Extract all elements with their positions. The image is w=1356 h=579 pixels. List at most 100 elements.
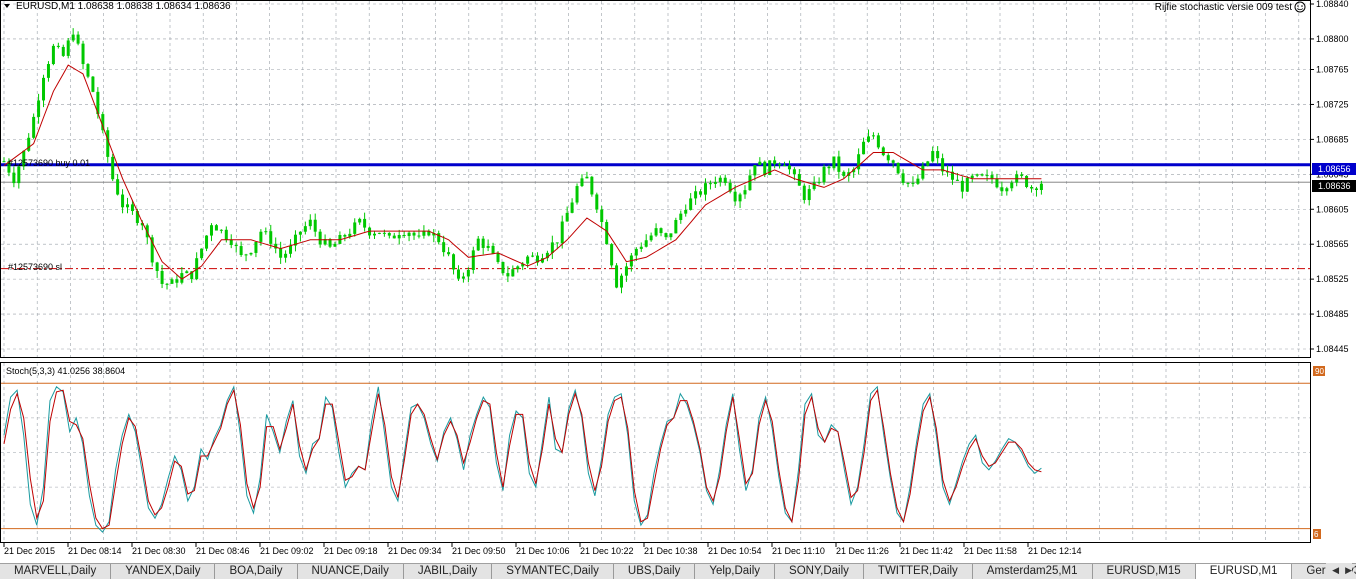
tab-marvell-daily[interactable]: MARVELL,Daily [0,564,112,579]
candle-body [185,271,189,274]
candle-body [733,191,737,202]
time-label: 21 Dec 11:10 [772,546,825,556]
candle-body [200,248,204,259]
candle-body [575,186,579,203]
candle-body [516,266,520,270]
candle-body [239,246,243,256]
candle-body [121,194,125,208]
candle-body [669,233,673,238]
tab-boa-daily[interactable]: BOA,Daily [215,564,298,579]
tab-eurusd-m1[interactable]: EURUSD,M1 [1195,564,1293,579]
candle-body [985,175,989,177]
tab-yelp-daily[interactable]: Yelp,Daily [695,564,776,579]
candle-body [412,232,416,236]
candle-body [407,232,411,237]
smiley-icon[interactable] [1294,1,1306,13]
tab-eurusd-m15[interactable]: EURUSD,M15 [1092,564,1196,579]
candle-body [832,156,836,169]
candle-body [456,269,460,279]
candle-body [931,151,935,162]
candle-body [461,276,465,279]
candle-body [595,194,599,210]
stoch-bottom-level-label: 6 [1314,530,1319,539]
candle-body [373,233,376,236]
candle-body [753,165,757,176]
candle-body [46,64,50,78]
candle-body [822,166,826,183]
stochastic-header: Stoch(5,3,3) 41.0256 38.8604 [6,366,125,376]
candle-body [802,185,806,201]
candle-body [155,262,159,272]
candle-body [763,161,767,175]
candle-body [773,160,777,165]
candle-body [1030,186,1034,189]
candle-body [42,77,46,101]
time-label: 21 Dec 08:46 [196,546,250,556]
candle-body [397,234,401,239]
candle-body [402,234,406,237]
candle-body [254,241,258,253]
price-axis-labels: 1.08840 1.08800 1.08765 1.08725 1.08685 1.086… [1316,0,1349,354]
candle-body [318,231,322,245]
candle-body [289,245,293,254]
time-label: 21 Dec 11:26 [836,546,889,556]
candle-body [279,248,283,258]
candle-body [377,232,381,234]
candle-body [76,34,80,44]
candle-body [86,64,90,77]
candle-body [679,213,683,220]
tab-yandex-daily[interactable]: YANDEX,Daily [111,564,216,579]
tab-ubs-daily[interactable]: UBS,Daily [613,564,696,579]
candle-body [17,166,21,184]
time-label: 21 Dec 09:18 [324,546,378,556]
main-pane-border [0,0,1311,358]
tab-amsterdam25-m1[interactable]: Amsterdam25,M1 [972,564,1093,579]
stoch-top-level-label: 90 [1315,367,1324,376]
time-label: 21 Dec 10:06 [516,546,570,556]
candle-body [649,235,653,241]
candle-body [32,116,36,138]
candle-body [881,147,885,156]
tab-jabil-daily[interactable]: JABIL,Daily [403,564,493,579]
candle-body [886,155,890,161]
price-label: 1.08565 [1316,239,1349,249]
candle-body [56,45,60,47]
tab-sony-daily[interactable]: SONY,Daily [775,564,864,579]
candle-body [664,233,668,238]
candle-body [298,231,302,235]
candle-body [501,261,505,274]
candle-body [936,151,940,159]
time-label: 21 Dec 11:42 [900,546,953,556]
tab-symantec-daily[interactable]: SYMANTEC,Daily [492,564,614,579]
candle-body [313,219,317,232]
candle-body [531,255,535,257]
candle-body [37,100,41,117]
candle-body [758,161,762,166]
candle-body [392,235,396,239]
candle-body [284,253,288,258]
candle-body [466,269,470,277]
time-label: 21 Dec 11:58 [964,546,1017,556]
candle-body [703,183,707,195]
candle-body [812,182,816,190]
price-label: 1.08485 [1316,309,1349,319]
chart-menu-triangle-icon[interactable] [4,4,10,8]
tab-twitter-daily[interactable]: TWITTER,Daily [863,564,973,579]
candle-body [229,239,233,245]
time-axis-labels: 21 Dec 2015 21 Dec 08:14 21 Dec 08:30 21 De… [4,546,1082,556]
candle-body [2,161,6,163]
price-chart[interactable]: EURUSD,M1 1.08638 1.08638 1.08634 1.0863… [0,0,1356,560]
candle-body [975,174,979,176]
candle-body [550,242,554,253]
expert-name: Rijfie stochastic versie 009 test [1155,2,1293,13]
tab-scroll-left-icon[interactable]: ◀ [1332,565,1339,576]
candle-body [906,182,910,184]
candle-body [684,209,688,214]
candle-body [783,165,787,167]
candle-body [871,135,875,137]
tab-nuance-daily[interactable]: NUANCE,Daily [297,564,404,579]
tab-scroll-right-icon[interactable]: ▶ [1345,565,1352,576]
candle-body [713,182,717,184]
buy-level-label: 1.08656 [1318,164,1351,174]
candle-body [891,160,895,163]
